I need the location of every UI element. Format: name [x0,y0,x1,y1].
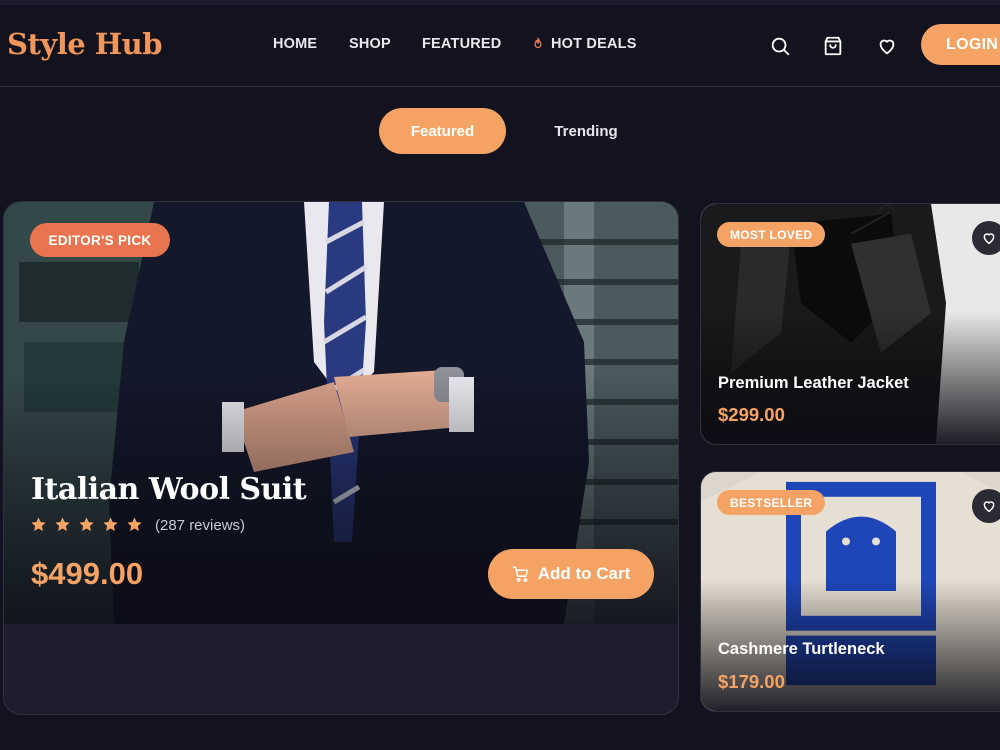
flame-icon [534,37,542,49]
product-title: Cashmere Turtleneck [718,640,885,658]
nav-home[interactable]: HOME [273,36,317,52]
search-icon[interactable] [769,35,791,57]
cart-icon [512,566,528,582]
login-button[interactable]: LOGIN [921,24,1000,65]
add-to-cart-label: Add to Cart [537,564,631,583]
bestseller-badge: BESTSELLER [717,490,826,515]
tab-featured[interactable]: Featured [379,108,506,154]
product-card[interactable]: BESTSELLER Cashmere Turtleneck $179.00 [700,471,1000,712]
star-icon [79,517,94,532]
product-price: $299.00 [718,404,785,425]
wishlist-button[interactable] [972,221,1000,255]
shopping-bag-icon[interactable] [822,35,844,57]
nav-featured[interactable]: FEATURED [422,36,501,52]
product-title: Premium Leather Jacket [718,374,909,392]
star-icon [127,517,142,532]
wishlist-button[interactable] [972,489,1000,523]
review-count[interactable]: (287 reviews) [155,517,245,534]
heart-icon [983,233,995,245]
product-price: $179.00 [718,671,785,692]
heart-icon[interactable] [876,35,898,57]
hero-product-title: Italian Wool Suit [31,472,307,507]
site-header: Style Hub HOME SHOP FEATURED HOT DEALS L… [0,5,1000,87]
tab-trending[interactable]: Trending [525,108,647,154]
add-to-cart-button[interactable]: Add to Cart [488,549,654,599]
hero-product-card[interactable]: EDITOR'S PICK Italian Wool Suit (287 rev… [3,201,679,715]
hero-product-price: $499.00 [31,556,144,591]
star-icon [55,517,70,532]
star-icon [103,517,118,532]
star-icon [31,517,46,532]
nav-shop[interactable]: SHOP [349,36,391,52]
product-card[interactable]: MOST LOVED Premium Leather Jacket $299.0… [700,203,1000,445]
most-loved-badge: MOST LOVED [717,222,826,247]
heart-icon [983,501,995,513]
nav-hot-deals[interactable]: HOT DEALS [531,36,637,52]
editors-pick-badge: EDITOR'S PICK [30,223,170,257]
brand-logo[interactable]: Style Hub [7,27,163,61]
rating-stars [30,516,143,533]
nav-hot-deals-label: HOT DEALS [551,36,637,52]
